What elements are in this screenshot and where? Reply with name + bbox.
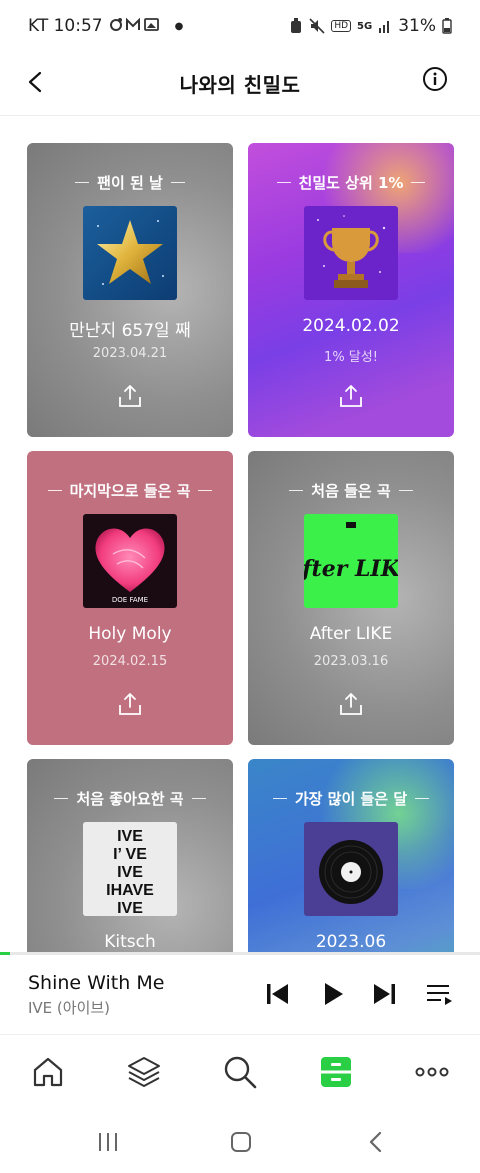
carrier-time: KT 10:57 <box>28 16 103 36</box>
previous-button[interactable] <box>262 979 292 1009</box>
ive-album-art: IVE I’ VE IVE IHAVE IVE <box>83 822 177 916</box>
card-sub-text: 1% 달성! <box>324 350 378 365</box>
page-title: 나와의 친밀도 <box>179 73 301 97</box>
play-button[interactable] <box>318 979 348 1009</box>
card-title: 친밀도 상위 1% <box>298 174 404 192</box>
card-main-text: 만난지 657일 째 <box>69 321 191 341</box>
signal-icon <box>379 21 390 33</box>
after-like-album-art: After LIKE <box>304 514 398 608</box>
system-navigation-bar <box>0 1112 480 1173</box>
card-main-text: 2024.02.02 <box>302 316 400 336</box>
card-main-text: After LIKE <box>309 624 393 644</box>
heart-album-art: DOE FAME <box>83 514 177 608</box>
nav-more[interactable] <box>414 1054 450 1090</box>
back-button[interactable] <box>16 62 56 102</box>
card-main-text: Holy Moly <box>88 624 172 644</box>
trophy-artwork <box>304 206 398 300</box>
alarm-icon <box>291 18 302 33</box>
battery-percent: 31% <box>398 16 436 36</box>
battery-icon <box>442 18 452 34</box>
skip-previous-icon <box>267 984 288 1004</box>
ive-line-4: IHAVE <box>106 882 154 899</box>
share-button[interactable] <box>338 691 364 717</box>
notification-icons <box>109 16 169 36</box>
back-arrow-icon <box>369 1131 382 1153</box>
share-icon <box>340 385 362 407</box>
card-most-listened-month[interactable]: 가장 많이 들은 달 2023.06 <box>248 759 454 952</box>
card-first-liked[interactable]: 처음 좋아요한 곡 IVE I’ VE IVE IHAVE IVE Kitsch <box>27 759 233 952</box>
home-square-icon <box>231 1132 251 1152</box>
more-icon <box>415 1067 449 1077</box>
more-notifications-dot: ● <box>174 20 184 32</box>
card-first-listened[interactable]: 처음 들은 곡 After LIKE After LIKE 2023.03.16 <box>248 451 454 745</box>
ive-line-3: IVE <box>117 864 143 881</box>
library-icon <box>128 1057 160 1087</box>
skip-next-icon <box>374 984 395 1004</box>
info-icon <box>423 67 447 91</box>
card-title: 처음 좋아요한 곡 <box>76 790 184 808</box>
card-date: 2023.03.16 <box>313 654 389 669</box>
bottom-navigation <box>0 1036 480 1112</box>
ive-line-2: I’ VE <box>113 846 147 863</box>
ive-line-1: IVE <box>117 828 143 845</box>
card-title: 팬이 된 날 <box>97 174 163 192</box>
back-system-button[interactable] <box>364 1129 390 1155</box>
next-button[interactable] <box>370 979 400 1009</box>
card-main-text: 2023.06 <box>315 932 387 952</box>
share-icon <box>119 693 141 715</box>
share-icon <box>340 693 362 715</box>
nav-home[interactable] <box>30 1054 66 1090</box>
mini-player[interactable]: Shine With Me IVE (아이브) <box>0 955 480 1035</box>
home-system-button[interactable] <box>228 1129 254 1155</box>
card-title: 마지막으로 들은 곡 <box>69 482 191 500</box>
ive-line-5: IVE <box>117 900 143 916</box>
chevron-left-icon <box>28 71 42 93</box>
now-playing-title: Shine With Me <box>28 972 165 994</box>
recent-apps-icon <box>99 1133 117 1151</box>
share-button[interactable] <box>338 383 364 409</box>
card-title: 처음 들은 곡 <box>311 482 391 500</box>
card-date: 2023.04.21 <box>92 346 168 361</box>
storage-icon <box>321 1057 351 1087</box>
card-date: 2024.02.15 <box>92 654 168 669</box>
nav-search[interactable] <box>222 1054 258 1090</box>
mute-icon <box>309 18 325 34</box>
playlist-button[interactable] <box>424 979 454 1009</box>
status-bar: KT 10:57 ● HD 5G 31% <box>0 0 480 52</box>
star-artwork <box>83 206 177 300</box>
now-playing-artist: IVE (아이브) <box>28 999 111 1017</box>
nav-library[interactable] <box>126 1054 162 1090</box>
vinyl-record-art <box>304 822 398 916</box>
intimacy-card-grid: 팬이 된 날 만난지 657일 째 2023.04.21 친밀도 상위 1% 2… <box>0 116 480 952</box>
card-fan-day[interactable]: 팬이 된 날 만난지 657일 째 2023.04.21 <box>27 143 233 437</box>
share-icon <box>119 385 141 407</box>
page-header: 나와의 친밀도 <box>0 52 480 116</box>
card-top-percent[interactable]: 친밀도 상위 1% 2024.02.02 1% 달성! <box>248 143 454 437</box>
nav-storage[interactable] <box>318 1054 354 1090</box>
card-title: 가장 많이 들은 달 <box>294 790 408 808</box>
share-button[interactable] <box>117 691 143 717</box>
card-main-text: Kitsch <box>104 932 156 952</box>
share-button[interactable] <box>117 383 143 409</box>
play-icon <box>325 983 343 1005</box>
heart-album-text: DOE FAME <box>112 596 148 604</box>
search-icon <box>224 1056 257 1089</box>
home-icon <box>33 1057 63 1087</box>
playlist-icon <box>427 985 452 1005</box>
info-button[interactable] <box>422 66 448 92</box>
recent-apps-button[interactable] <box>95 1129 121 1155</box>
hd-badge: HD <box>331 20 352 32</box>
network-type: 5G <box>357 20 373 32</box>
card-last-listened[interactable]: 마지막으로 들은 곡 DOE FAME Holy Moly 2024.02.15 <box>27 451 233 745</box>
after-like-art-text: After LIKE <box>304 556 398 582</box>
